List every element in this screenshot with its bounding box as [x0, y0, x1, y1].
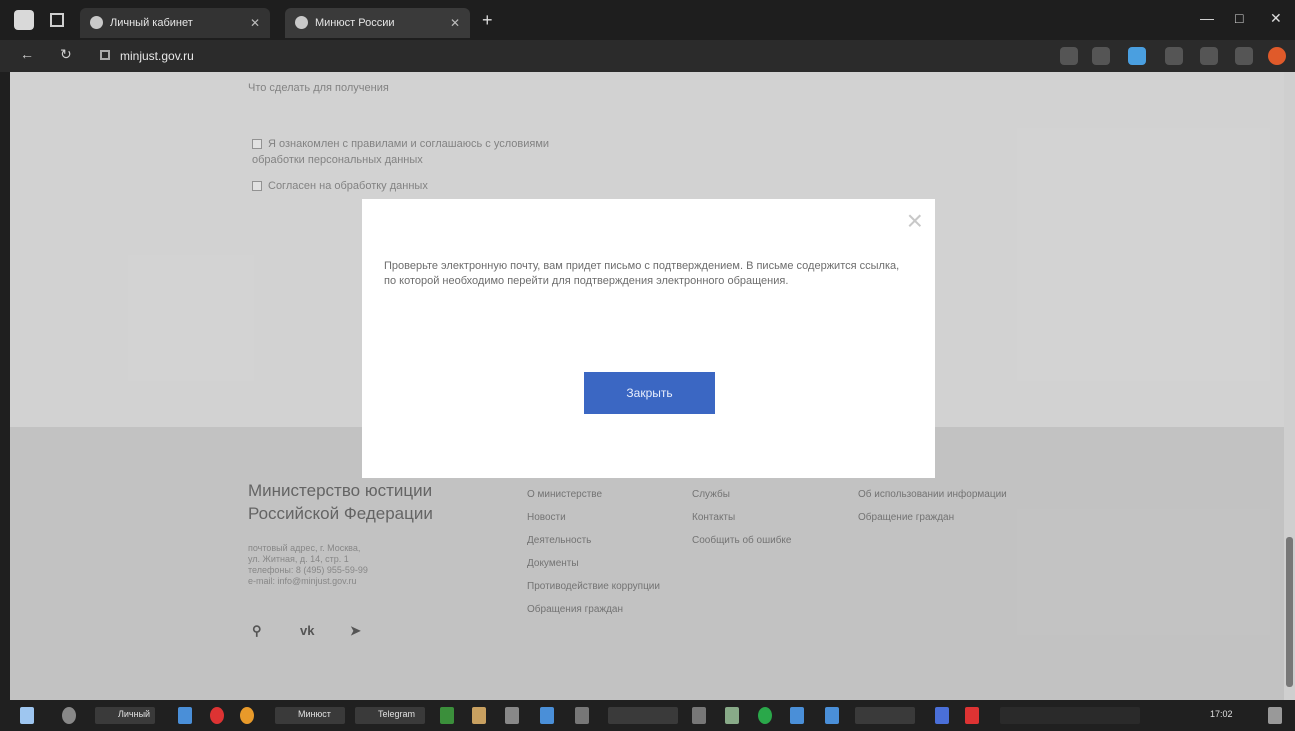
- downloads-icon[interactable]: [1200, 47, 1218, 65]
- app-icon[interactable]: [540, 707, 554, 724]
- app-icon[interactable]: [210, 707, 224, 724]
- browser-tab-bar: Личный кабинет ✕ Минюст России ✕ + — □ ✕: [0, 0, 1295, 40]
- url-text: minjust.gov.ru: [120, 49, 194, 63]
- notifications-icon[interactable]: [1268, 707, 1282, 724]
- app-icon[interactable]: [825, 707, 839, 724]
- close-icon[interactable]: ×: [907, 207, 923, 235]
- new-tab-button[interactable]: +: [482, 10, 493, 31]
- page-scrollbar[interactable]: [1284, 72, 1295, 700]
- app-icon[interactable]: [935, 707, 949, 724]
- reader-icon[interactable]: [1060, 47, 1078, 65]
- app-icon[interactable]: [575, 707, 589, 724]
- taskbar-app[interactable]: [608, 707, 678, 724]
- taskbar-app[interactable]: [855, 707, 915, 724]
- taskbar-app-label: Личный: [118, 709, 151, 719]
- app-icon[interactable]: [178, 707, 192, 724]
- app-icon[interactable]: [440, 707, 454, 724]
- app-icon[interactable]: [472, 707, 486, 724]
- address-bar: ← ↻ minjust.gov.ru: [0, 40, 1295, 72]
- scrollbar-thumb[interactable]: [1286, 537, 1293, 687]
- minimize-button[interactable]: —: [1200, 10, 1214, 26]
- tab-favicon-icon: [295, 16, 308, 29]
- modal-message: Проверьте электронную почту, вам придет …: [384, 260, 900, 287]
- refresh-icon[interactable]: ↻: [60, 46, 72, 63]
- app-icon[interactable]: [725, 707, 739, 724]
- tab-close-icon[interactable]: ✕: [450, 8, 460, 38]
- close-window-button[interactable]: ✕: [1270, 10, 1282, 27]
- tab-title: Минюст России: [315, 17, 395, 29]
- taskbar-app-label: Минюст: [298, 709, 331, 719]
- url-field[interactable]: minjust.gov.ru: [100, 45, 960, 67]
- favorites-icon[interactable]: [1092, 47, 1110, 65]
- browser-tab[interactable]: Личный кабинет ✕: [80, 8, 270, 38]
- confirmation-modal: × Проверьте электронную почту, вам приде…: [362, 199, 935, 478]
- extension-icon[interactable]: [1128, 47, 1146, 65]
- clock: 17:02: [1210, 709, 1233, 719]
- app-icon[interactable]: [790, 707, 804, 724]
- tab-close-icon[interactable]: ✕: [250, 8, 260, 38]
- system-tray[interactable]: [1000, 707, 1140, 724]
- start-icon[interactable]: [20, 707, 34, 724]
- taskbar: Личный Минюст Telegram 17:02: [0, 700, 1295, 731]
- app-icon[interactable]: [240, 707, 254, 724]
- lock-icon: [100, 50, 110, 60]
- browser-tab[interactable]: Минюст России ✕: [285, 8, 470, 38]
- tab-actions-icon[interactable]: [50, 13, 64, 27]
- search-icon[interactable]: [62, 707, 76, 724]
- close-button[interactable]: Закрыть: [584, 372, 715, 414]
- tab-favicon-icon: [90, 16, 103, 29]
- maximize-button[interactable]: □: [1235, 10, 1243, 26]
- browser-logo-icon[interactable]: [14, 10, 34, 30]
- taskbar-app-label: Telegram: [378, 709, 416, 719]
- app-icon[interactable]: [965, 707, 979, 724]
- app-icon[interactable]: [692, 707, 706, 724]
- collections-icon[interactable]: [1165, 47, 1183, 65]
- back-icon[interactable]: ←: [20, 46, 34, 62]
- settings-icon[interactable]: [1235, 47, 1253, 65]
- tab-title: Личный кабинет: [110, 17, 193, 29]
- whatsapp-icon[interactable]: [758, 707, 772, 724]
- app-icon[interactable]: [505, 707, 519, 724]
- profile-icon[interactable]: [1268, 47, 1286, 65]
